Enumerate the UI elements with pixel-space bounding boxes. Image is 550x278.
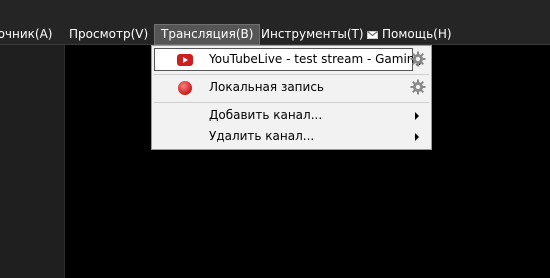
menu-item-remove-channel[interactable]: Удалить канал... [152,125,431,148]
menu-item-label: Локальная запись [209,80,324,94]
broadcast-dropdown-menu: YouTubeLive - test stream - Gaming Локал… [151,45,432,150]
menubar: Источник(A) Просмотр(V) Трансляция(B) Ин… [0,0,550,45]
menu-tools[interactable]: Инструменты(T) [255,24,370,45]
record-icon [177,80,193,96]
youtube-icon [177,52,193,68]
menu-item-label: Добавить канал... [209,108,323,122]
local-recording-settings-gear-icon[interactable] [410,79,426,95]
menu-view[interactable]: Просмотр(V) [63,24,154,45]
menu-help-label: Помощь(H) [382,27,452,41]
menu-separator [154,102,429,103]
menu-item-label: YouTubeLive - test stream - Gaming [209,52,423,66]
menu-item-add-channel[interactable]: Добавить канал... [152,104,431,127]
youtube-channel-settings-gear-icon[interactable] [410,51,426,67]
menu-help[interactable]: Помощь(H) [361,24,458,45]
menu-item-youtube-channel[interactable]: YouTubeLive - test stream - Gaming [154,48,422,71]
mail-icon [367,25,378,46]
menu-separator [154,74,429,75]
menu-source[interactable]: Источник(A) [0,24,58,45]
menu-item-label: Удалить канал... [209,129,315,143]
menu-broadcast[interactable]: Трансляция(B) [154,24,261,45]
submenu-arrow-icon [415,112,419,120]
menu-item-local-recording[interactable]: Локальная запись [152,76,431,99]
left-panel [0,45,65,278]
submenu-arrow-icon [415,133,419,141]
